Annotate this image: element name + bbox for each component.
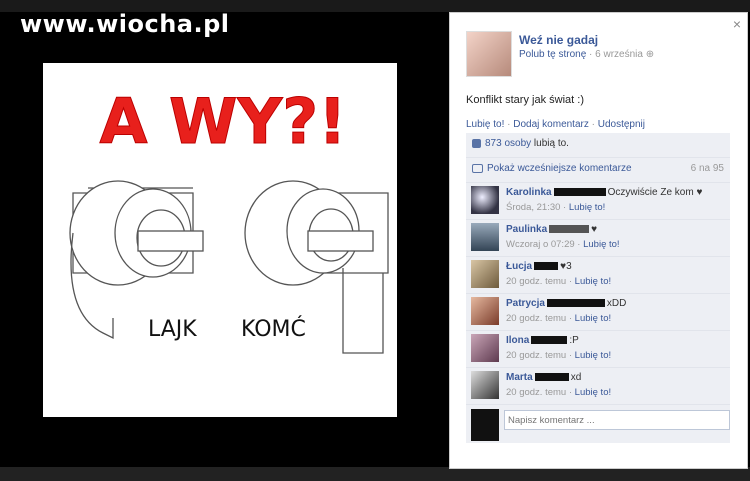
comment-item: Łucja ♥3 20 godz. temu · Lubię to! [466, 257, 730, 294]
toilet-roll-left-icon [69, 180, 204, 340]
comment-time[interactable]: Wczoraj o 07:29 [506, 239, 575, 250]
comment-text: xd [570, 372, 582, 383]
commenter-avatar[interactable] [471, 223, 499, 251]
likes-row: 873 osoby lubią to. [466, 133, 730, 158]
commenter-name[interactable]: Karolinka [506, 187, 552, 198]
meme-label-comment: KOMĆ [241, 316, 306, 342]
page-avatar[interactable] [466, 31, 512, 77]
redaction-bar [549, 225, 590, 234]
like-page-link[interactable]: Polub tę stronę [519, 49, 586, 60]
commenter-name[interactable]: Patrycja [506, 298, 545, 309]
like-action[interactable]: Lubię to! [466, 119, 504, 130]
comment-like-link[interactable]: Lubię to! [583, 239, 619, 250]
commenter-avatar[interactable] [471, 334, 499, 362]
post-panel: × Weź nie gadaj Polub tę stronę · 6 wrze… [449, 12, 748, 469]
commenter-avatar[interactable] [471, 371, 499, 399]
post-meta: Polub tę stronę · 6 września ⊕ [519, 49, 655, 60]
comment-item: Ilona:P 20 godz. temu · Lubię to! [466, 331, 730, 368]
comment-action[interactable]: Dodaj komentarz [513, 119, 589, 130]
redaction-bar [546, 299, 605, 308]
commenter-avatar[interactable] [471, 186, 499, 214]
comment-text: xDD [606, 298, 627, 309]
meme-photo[interactable]: A WY?! LAJK KOMĆ [43, 63, 397, 417]
comment-like-link[interactable]: Lubię to! [575, 276, 611, 287]
redaction-bar [531, 336, 568, 345]
write-comment-row [466, 405, 730, 443]
watermark: www.wiocha.pl [20, 10, 230, 38]
comment-like-link[interactable]: Lubię to! [569, 202, 605, 213]
commenter-avatar[interactable] [471, 260, 499, 288]
redaction-bar [553, 188, 606, 197]
previous-comments-row[interactable]: Pokaż wcześniejsze komentarze 6 na 95 [466, 158, 730, 183]
comment-bubble-icon [472, 163, 483, 173]
comment-time[interactable]: 20 godz. temu [506, 313, 566, 324]
bottom-strip [0, 467, 750, 481]
share-action[interactable]: Udostępnij [598, 119, 645, 130]
comment-item: Karolinka Oczywiście Ze kom ♥ Środa, 21:3… [466, 183, 730, 220]
likes-count[interactable]: 873 osoby [485, 138, 531, 149]
feedback-section: 873 osoby lubią to. Pokaż wcześniejsze k… [466, 133, 730, 443]
current-user-avatar [471, 409, 499, 441]
thumbs-up-icon [472, 138, 481, 148]
meme-label-like: LAJK [148, 317, 197, 342]
globe-icon: ⊕ [645, 49, 655, 60]
comment-text: ♥ [591, 224, 598, 235]
redaction-bar [534, 373, 569, 382]
commenter-name[interactable]: Łucja [506, 261, 532, 272]
comment-input[interactable] [504, 410, 730, 430]
commenter-name[interactable]: Ilona [506, 335, 529, 346]
comment-text: :P [569, 335, 579, 346]
comment-item: Paulinka ♥ Wczoraj o 07:29 · Lubię to! [466, 220, 730, 257]
commenter-name[interactable]: Paulinka [506, 224, 547, 235]
post-actions: Lubię to! · Dodaj komentarz · Udostępnij [466, 119, 646, 130]
comment-time[interactable]: 20 godz. temu [506, 276, 566, 287]
commenter-avatar[interactable] [471, 297, 499, 325]
comments-count: 6 na 95 [690, 163, 724, 174]
post-text: Konflikt stary jak świat :) [466, 94, 584, 106]
meme-illustration: A WY?! LAJK KOMĆ [69, 85, 389, 354]
comment-time[interactable]: 20 godz. temu [506, 387, 566, 398]
page-name[interactable]: Weź nie gadaj [519, 33, 598, 47]
comment-like-link[interactable]: Lubię to! [575, 387, 611, 398]
comment-like-link[interactable]: Lubię to! [575, 313, 611, 324]
comment-text: Oczywiście Ze kom ♥ [607, 187, 703, 198]
commenter-name[interactable]: Marta [506, 372, 533, 383]
comment-text: ♥3 [560, 261, 572, 272]
close-icon[interactable]: × [733, 16, 741, 32]
comment-time[interactable]: 20 godz. temu [506, 350, 566, 361]
meme-headline: A WY?! [99, 85, 346, 158]
comment-item: Marta xd 20 godz. temu · Lubię to! [466, 368, 730, 405]
previous-comments-link[interactable]: Pokaż wcześniejsze komentarze [487, 163, 632, 174]
comment-like-link[interactable]: Lubię to! [575, 350, 611, 361]
comment-time[interactable]: Środa, 21:30 [506, 202, 560, 213]
post-date[interactable]: 6 września [595, 49, 643, 60]
comment-item: Patrycja xDD 20 godz. temu · Lubię to! [466, 294, 730, 331]
redaction-bar [534, 262, 559, 271]
likes-suffix: lubią to. [531, 138, 569, 149]
